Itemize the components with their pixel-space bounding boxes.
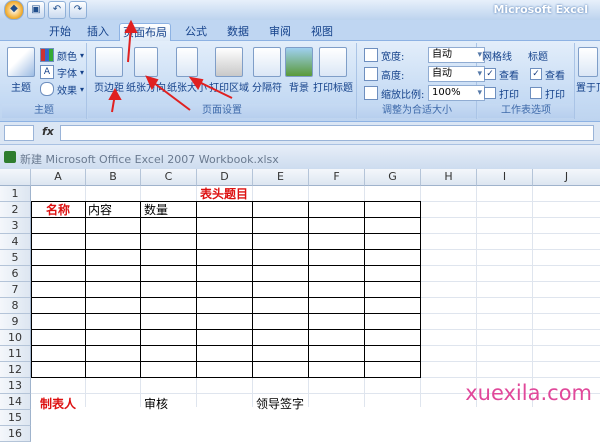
annotation-arrows [108, 19, 233, 113]
arrow-head-icon [124, 19, 138, 33]
row-header[interactable]: 16 [0, 426, 31, 442]
watermark: xuexila.com [465, 381, 592, 405]
arrow-head-icon [108, 87, 122, 100]
arrow-head-icon [188, 76, 204, 90]
arrow-to-orientation [149, 79, 191, 111]
arrow-head-icon [145, 75, 159, 91]
row-header[interactable]: 15 [0, 410, 31, 426]
